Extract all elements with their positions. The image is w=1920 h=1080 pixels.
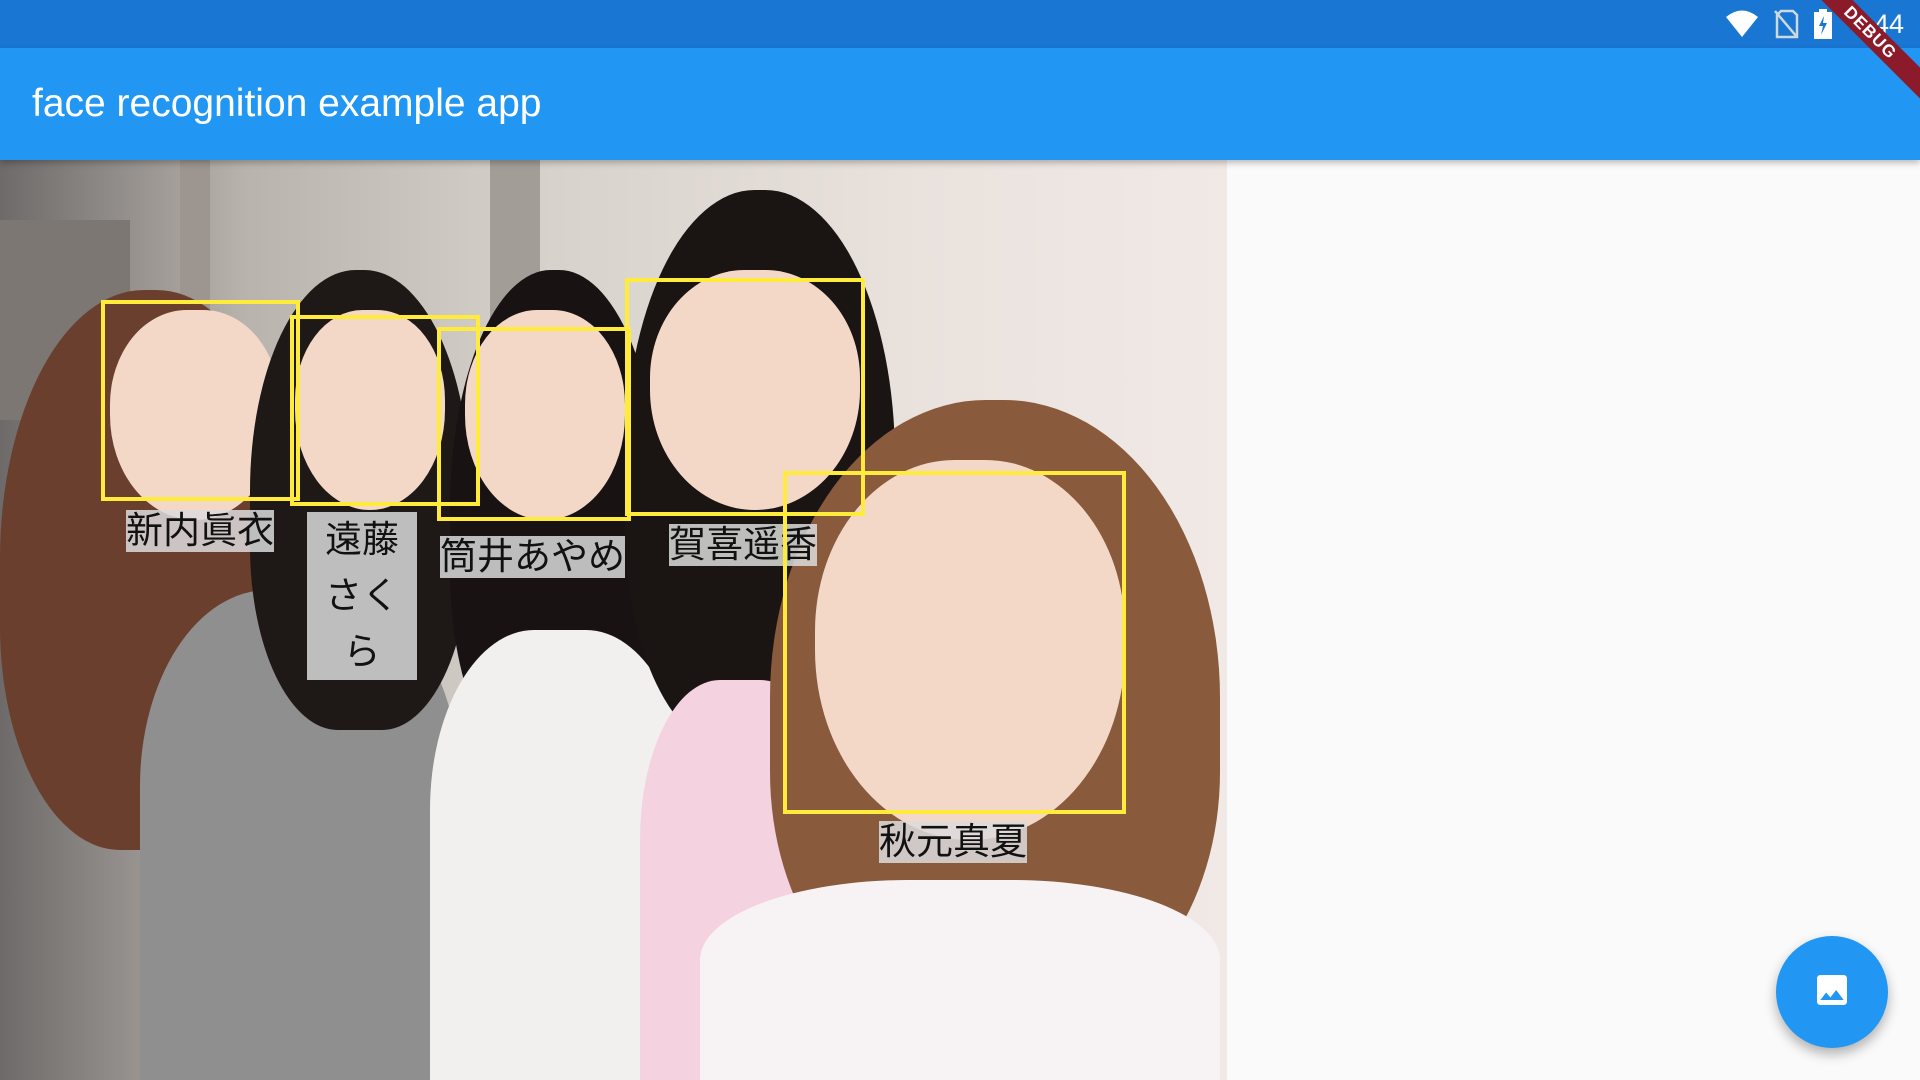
face-box [783,471,1126,814]
face-box [101,300,300,501]
face-label: 秋元真夏 [879,820,1027,863]
image-icon [1812,970,1852,1014]
status-bar: 4:44 [0,0,1920,48]
app-bar: face recognition example app [0,48,1920,160]
app-title: face recognition example app [32,82,542,125]
face-label: 新内眞衣 [126,509,274,552]
face-box [437,327,631,521]
wifi-icon [1725,10,1759,38]
photo: 新内眞衣 遠藤さくら 筒井あやめ 賀喜遥香 秋元真夏 [0,160,1227,1080]
person-shirt [700,880,1220,1080]
face-label: 遠藤さくら [307,512,417,680]
battery-charging-icon [1813,9,1833,39]
no-sim-icon [1773,9,1799,39]
pick-image-button[interactable] [1776,936,1888,1048]
face-label: 筒井あやめ [440,535,625,578]
